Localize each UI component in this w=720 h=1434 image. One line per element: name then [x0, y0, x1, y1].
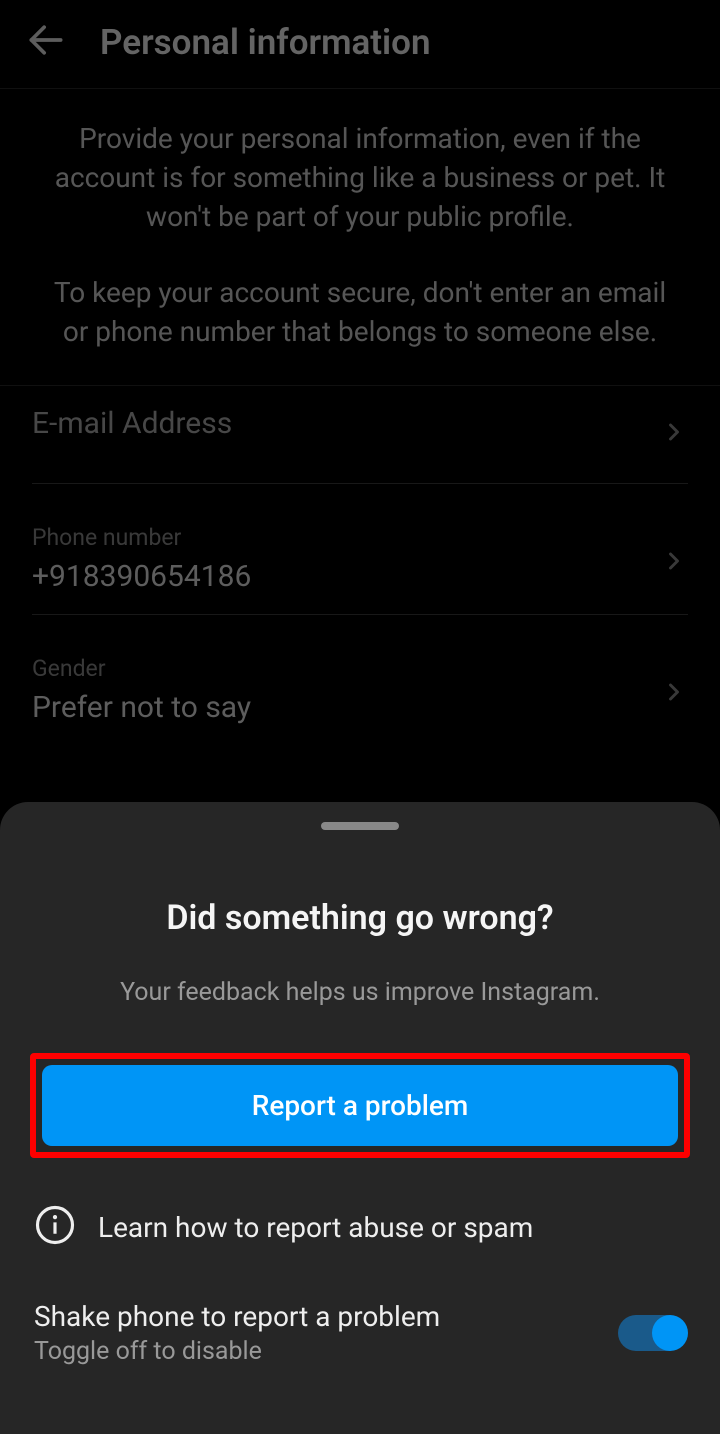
intro-paragraph-1: Provide your personal information, even …: [40, 119, 680, 237]
shake-subtitle: Toggle off to disable: [34, 1337, 618, 1366]
back-arrow-icon[interactable]: [24, 18, 68, 66]
intro-paragraph-2: To keep your account secure, don't enter…: [40, 273, 680, 351]
shake-toggle-row: Shake phone to report a problem Toggle o…: [30, 1300, 690, 1366]
bottom-sheet: Did something go wrong? Your feedback he…: [0, 802, 720, 1434]
shake-toggle[interactable]: [618, 1315, 686, 1351]
gender-field-row[interactable]: Gender Prefer not to say: [32, 643, 688, 745]
phone-value: +918390654186: [32, 559, 688, 594]
header: Personal information: [0, 0, 720, 88]
chevron-right-icon: [660, 547, 688, 579]
phone-field-row[interactable]: Phone number +918390654186: [32, 512, 688, 615]
gender-value: Prefer not to say: [32, 690, 688, 725]
shake-title: Shake phone to report a problem: [34, 1300, 618, 1333]
email-field-row[interactable]: E-mail Address: [32, 386, 688, 484]
intro-text: Provide your personal information, even …: [0, 89, 720, 385]
page-title: Personal information: [100, 22, 431, 63]
phone-label: Phone number: [32, 524, 688, 551]
chevron-right-icon: [660, 418, 688, 450]
sheet-title: Did something go wrong?: [30, 898, 690, 938]
sheet-subtitle: Your feedback helps us improve Instagram…: [30, 978, 690, 1007]
toggle-knob: [652, 1315, 688, 1351]
report-problem-button[interactable]: Report a problem: [42, 1065, 678, 1146]
email-label: E-mail Address: [32, 398, 688, 441]
info-icon: [34, 1204, 76, 1250]
drag-handle[interactable]: [321, 822, 399, 830]
learn-abuse-link[interactable]: Learn how to report abuse or spam: [30, 1200, 690, 1300]
learn-abuse-text: Learn how to report abuse or spam: [98, 1211, 533, 1244]
chevron-right-icon: [660, 678, 688, 710]
gender-label: Gender: [32, 655, 688, 682]
annotation-highlight: Report a problem: [30, 1053, 690, 1158]
